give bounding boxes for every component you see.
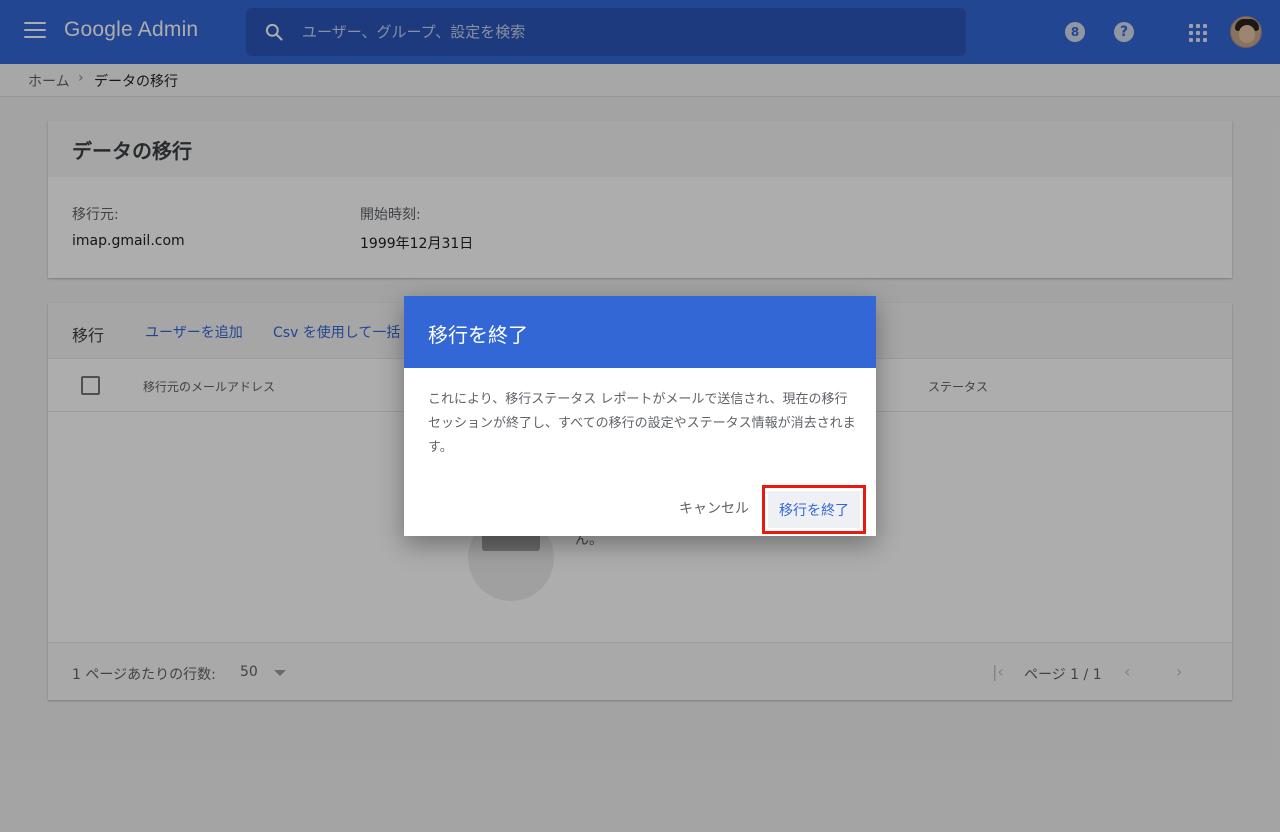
- dialog-title: 移行を終了: [428, 323, 528, 347]
- dialog-body-text: これにより、移行ステータス レポートがメールで送信され、現在の移行セッションが終…: [428, 392, 856, 455]
- confirm-highlight-box: 移行を終了: [762, 485, 866, 534]
- dialog-header: 移行を終了: [404, 296, 876, 368]
- end-migration-dialog: 移行を終了 これにより、移行ステータス レポートがメールで送信され、現在の移行セ…: [404, 296, 876, 536]
- cancel-button[interactable]: キャンセル: [671, 495, 757, 521]
- end-migration-button[interactable]: 移行を終了: [768, 491, 860, 528]
